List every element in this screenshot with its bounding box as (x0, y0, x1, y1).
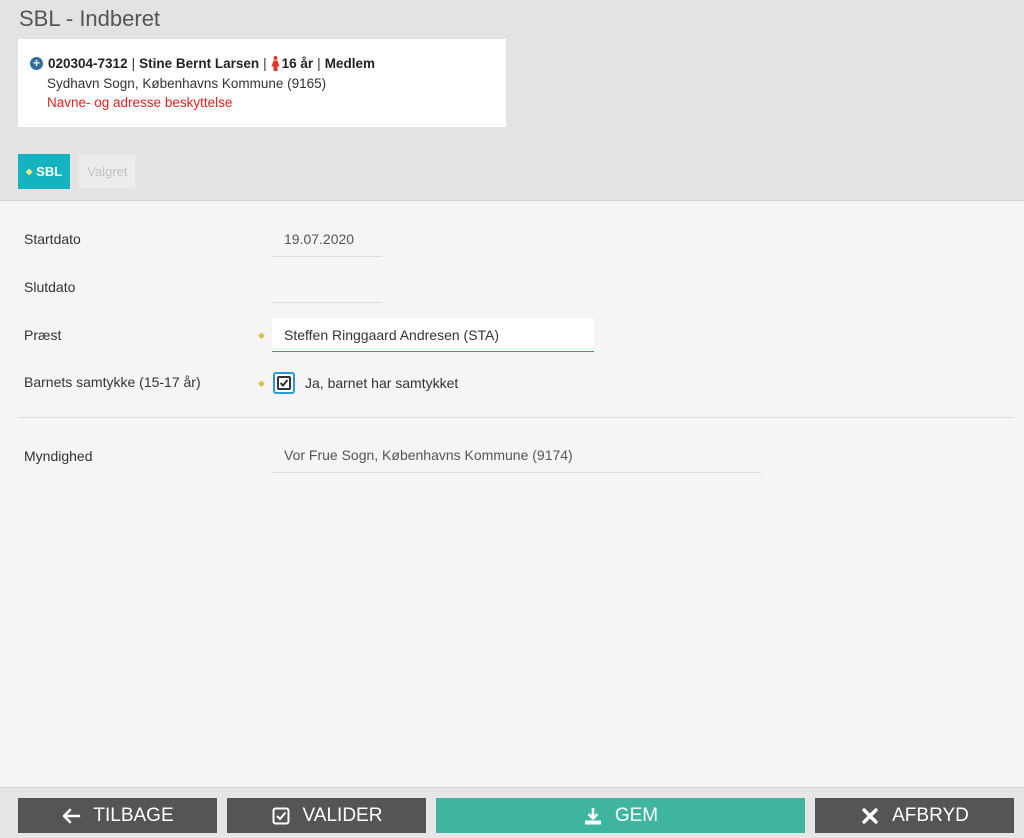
person-card: + 020304-7312 | Stine Bernt Larsen | 16 … (18, 39, 506, 127)
tab-label: Valgret (87, 164, 128, 179)
validate-button-label: VALIDER (302, 804, 383, 826)
separator: | (317, 56, 321, 71)
person-status: Medlem (324, 56, 375, 71)
download-icon (583, 806, 603, 826)
myndighed-field: Vor Frue Sogn, Københavns Kommune (9174) (272, 437, 761, 473)
tab-valgret[interactable]: Valgret (78, 154, 137, 189)
close-icon (860, 806, 880, 826)
check-icon (277, 376, 291, 390)
tab-bar: ◆ SBL Valgret (18, 154, 137, 189)
section-divider (18, 417, 1014, 418)
person-age: 16 år (281, 56, 314, 71)
required-diamond-icon: ◆ (26, 167, 33, 176)
save-button[interactable]: GEM (436, 798, 805, 833)
required-diamond-icon: ◆ (258, 378, 265, 388)
cancel-button-label: AFBRYD (892, 804, 969, 826)
samtykke-label: Barnets samtykke (15-17 år) (24, 374, 201, 390)
person-summary: + 020304-7312 | Stine Bernt Larsen | 16 … (30, 54, 506, 74)
tab-label: SBL (36, 164, 63, 179)
tab-sbl[interactable]: ◆ SBL (18, 154, 71, 189)
back-button-label: TILBAGE (93, 804, 174, 826)
person-address: Sydhavn Sogn, Københavns Kommune (9165) (47, 75, 327, 91)
startdato-field[interactable]: 19.07.2020 (272, 221, 382, 257)
page-title: SBL - Indberet (19, 6, 161, 31)
checkbox-icon (271, 806, 291, 826)
praest-label: Præst (24, 327, 62, 343)
back-button[interactable]: TILBAGE (18, 798, 217, 833)
required-diamond-icon: ◆ (258, 330, 265, 340)
startdato-label: Startdato (24, 231, 81, 247)
praest-input[interactable]: Steffen Ringgaard Andresen (STA) (272, 318, 594, 352)
save-button-label: GEM (614, 804, 659, 826)
arrow-left-icon (61, 806, 81, 826)
female-person-icon (271, 56, 280, 72)
separator: | (263, 56, 267, 71)
separator: | (131, 56, 136, 71)
person-name: Stine Bernt Larsen (139, 56, 260, 71)
header: SBL - Indberet + 020304-7312 | Stine Ber… (0, 0, 1024, 201)
cancel-button[interactable]: AFBRYD (815, 798, 1014, 833)
validate-button[interactable]: VALIDER (227, 798, 426, 833)
samtykke-checkbox-label[interactable]: Ja, barnet har samtykket (305, 375, 458, 391)
person-cpr: 020304-7312 (48, 56, 128, 71)
plus-circle-icon[interactable]: + (30, 57, 43, 71)
protection-warning: Navne- og adresse beskyttelse (47, 95, 233, 110)
footer-toolbar: TILBAGE VALIDER GEM AFBRYD (0, 787, 1024, 838)
samtykke-checkbox[interactable] (273, 372, 295, 394)
slutdato-label: Slutdato (24, 279, 76, 295)
myndighed-label: Myndighed (24, 448, 93, 464)
slutdato-field[interactable] (272, 267, 382, 303)
